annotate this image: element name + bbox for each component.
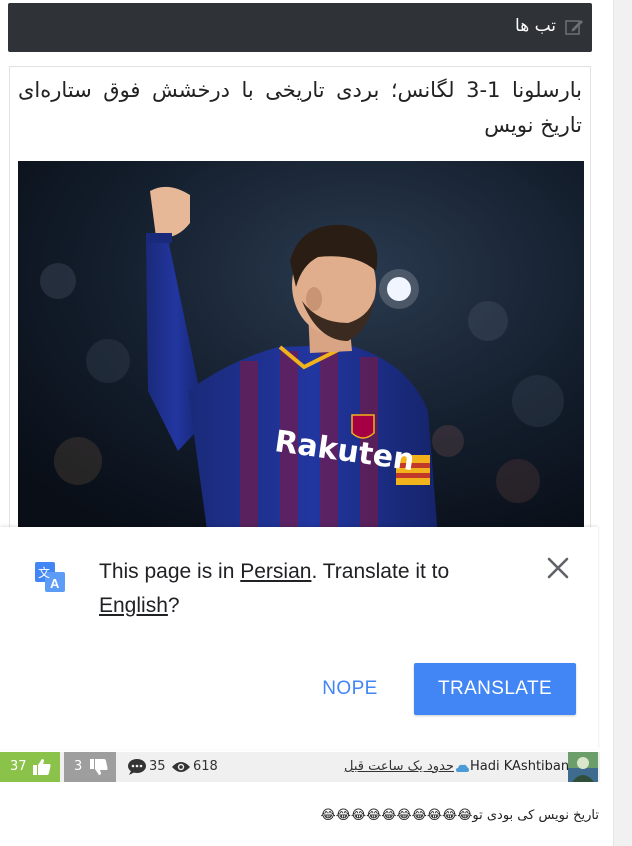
like-count: 37 [10, 759, 27, 774]
comment-text: تاریخ نویس کی بودی تو😂😂😂😂😂😂😂😂😂😂 [320, 808, 599, 823]
translate-message-prefix: This page is in [99, 560, 241, 583]
dislike-button[interactable]: 3 [64, 752, 116, 782]
cloud-icon [456, 764, 469, 772]
avatar-image [568, 752, 598, 782]
player-photo: Rakuten [18, 161, 584, 537]
target-language-link[interactable]: English [99, 594, 168, 617]
svg-text:文: 文 [38, 565, 50, 580]
page-scrollbar[interactable] [613, 0, 632, 846]
article-image[interactable]: Rakuten [18, 161, 584, 537]
google-translate-icon: 文 A [35, 562, 65, 592]
comment-stats-bar: 37 3 35 618 حدود یک ساعت قبل Hadi KAshti… [0, 752, 600, 782]
comments-icon [128, 759, 146, 775]
translate-message-suffix: ? [167, 594, 180, 617]
dislike-count: 3 [74, 759, 83, 774]
avatar[interactable] [568, 752, 598, 782]
translate-button[interactable]: TRANSLATE [414, 663, 576, 715]
comment-time[interactable]: حدود یک ساعت قبل [344, 759, 454, 774]
replies-count: 35 [149, 759, 166, 774]
translate-prompt: 文 A This page is in Persian. Translate i… [0, 527, 598, 749]
svg-text:A: A [50, 576, 60, 591]
thumbs-up-icon [33, 759, 51, 775]
like-button[interactable]: 37 [0, 752, 60, 782]
edit-icon [565, 20, 583, 35]
translate-message: This page is in Persian. Translate it to… [99, 555, 479, 623]
article-card[interactable]: بارسلونا 1-3 لگانس؛ بردی تاریخی با درخشش… [9, 66, 591, 537]
article-title[interactable]: بارسلونا 1-3 لگانس؛ بردی تاریخی با درخشش… [18, 73, 582, 143]
source-language-link[interactable]: Persian [240, 560, 311, 583]
thumbs-down-icon [90, 759, 108, 775]
nope-button[interactable]: NOPE [306, 663, 394, 715]
translate-message-middle: . Translate it to [311, 560, 450, 583]
close-icon[interactable] [545, 555, 571, 581]
views-count: 618 [193, 759, 218, 774]
tabs-header-title: تب ها [515, 16, 556, 36]
eye-icon [172, 762, 190, 772]
tabs-section-header: تب ها [8, 3, 592, 52]
comment-author[interactable]: Hadi KAshtiban [470, 759, 569, 774]
